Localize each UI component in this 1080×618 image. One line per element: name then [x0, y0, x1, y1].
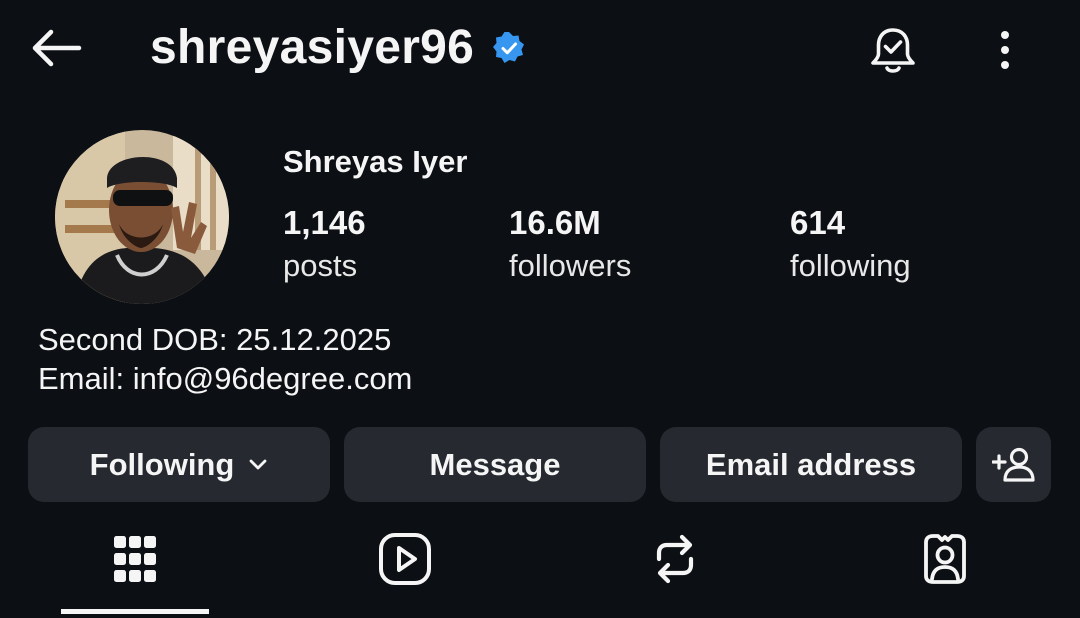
following-button[interactable]: Following: [28, 427, 330, 502]
profile-bio: Second DOB: 25.12.2025 Email: info@96deg…: [38, 320, 412, 398]
followers-count: 16.6M: [509, 204, 601, 241]
add-user-button[interactable]: [976, 427, 1051, 502]
profile-full-name: Shreyas Iyer: [283, 144, 468, 179]
email-button[interactable]: Email address: [660, 427, 962, 502]
tab-tagged[interactable]: [871, 528, 1019, 590]
stat-posts[interactable]: 1,146 posts: [283, 200, 366, 286]
repost-icon: [656, 534, 694, 584]
email-button-label: Email address: [705, 446, 917, 482]
tagged-user-icon: [924, 534, 966, 584]
message-button[interactable]: Message: [344, 427, 646, 502]
back-button[interactable]: [28, 26, 84, 70]
followers-label: followers: [509, 248, 632, 283]
verified-badge-icon: [492, 31, 526, 65]
tab-reels[interactable]: [331, 528, 479, 590]
reels-icon: [379, 533, 431, 585]
message-button-label: Message: [429, 446, 561, 482]
posts-count: 1,146: [283, 204, 366, 241]
back-arrow-icon: [32, 29, 82, 67]
notifications-button[interactable]: [865, 22, 921, 78]
posts-label: posts: [283, 248, 358, 283]
more-options-button[interactable]: [982, 22, 1028, 78]
username-header: shreyasiyer96: [150, 20, 526, 76]
profile-avatar[interactable]: [55, 130, 229, 304]
tab-reposts[interactable]: [601, 528, 749, 590]
tab-posts-grid[interactable]: [61, 528, 209, 590]
selected-tab-indicator: [61, 609, 209, 614]
bio-line: Second DOB: 25.12.2025: [38, 322, 392, 357]
add-user-icon: [991, 447, 1035, 482]
bell-check-icon: [871, 28, 915, 73]
stat-followers[interactable]: 16.6M followers: [509, 200, 631, 286]
following-button-label: Following: [89, 446, 235, 482]
bio-line: Email: info@96degree.com: [38, 361, 413, 396]
grid-icon: [114, 536, 156, 582]
profile-username: shreyasiyer96: [150, 21, 475, 74]
following-count: 614: [790, 204, 846, 241]
following-label: following: [790, 248, 911, 283]
profile-page: shreyasiyer96 Shreyas Iyer 1,146 posts 1…: [0, 0, 1080, 618]
stat-following[interactable]: 614 following: [790, 200, 911, 286]
chevron-down-icon: [249, 459, 267, 469]
more-vertical-icon: [1001, 31, 1009, 69]
